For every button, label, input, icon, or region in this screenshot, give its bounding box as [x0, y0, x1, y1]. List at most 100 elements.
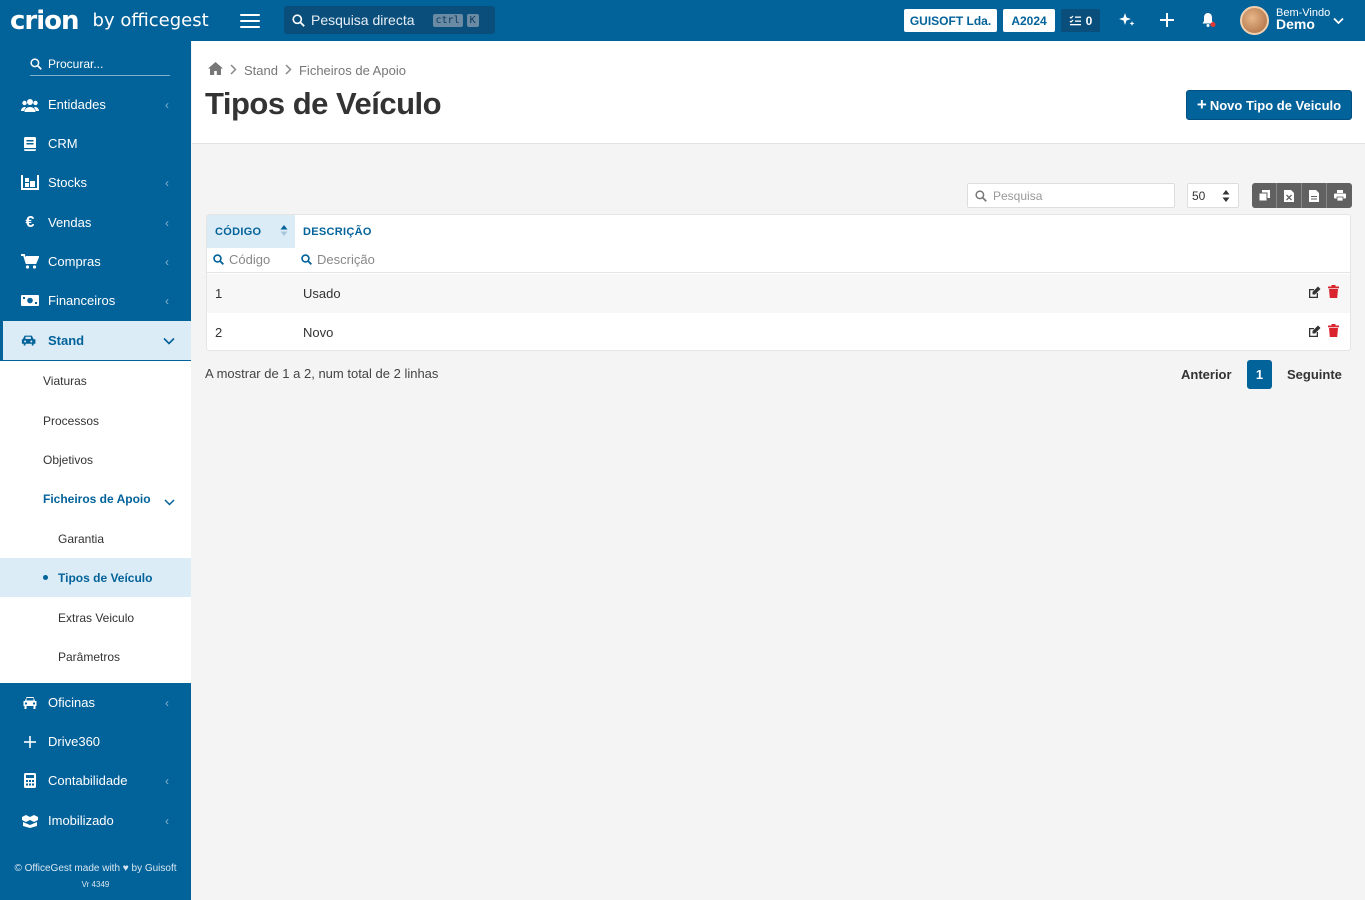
- sidebar-search-input[interactable]: Procurar...: [30, 53, 170, 76]
- search-icon: [213, 254, 224, 265]
- sidebar-item-imobilizado[interactable]: Imobilizado ‹: [0, 801, 191, 840]
- copy-icon: [1258, 190, 1270, 201]
- submenu-item-ficheiros-de-apoio[interactable]: Ficheiros de Apoio: [0, 479, 191, 518]
- sidebar-item-stand[interactable]: Stand: [0, 321, 191, 360]
- trash-icon[interactable]: [1328, 285, 1339, 301]
- tasks-button[interactable]: 0: [1061, 9, 1100, 32]
- book-icon: [21, 135, 39, 153]
- sidebar-footer: © OfficeGest made with ♥ by Guisoft Vr 4…: [0, 861, 191, 893]
- menu-toggle-icon[interactable]: [240, 14, 260, 28]
- column-header-descricao[interactable]: DESCRIÇÃO: [295, 215, 1350, 248]
- sidebar-item-financeiros[interactable]: Financeiros ‹: [0, 281, 191, 320]
- excel-icon: [1284, 189, 1294, 202]
- search-icon: [975, 189, 987, 202]
- active-dot-icon: [43, 575, 48, 580]
- sort-asc-icon: [280, 224, 288, 239]
- page-size-select[interactable]: 50: [1187, 183, 1239, 208]
- add-icon[interactable]: [1157, 10, 1177, 30]
- search-icon: [30, 58, 42, 70]
- plus-icon: [21, 733, 39, 751]
- users-icon: [21, 96, 39, 114]
- edit-icon[interactable]: [1308, 325, 1321, 341]
- version-text: Vr 4349: [81, 880, 110, 889]
- sidebar-item-compras[interactable]: Compras ‹: [0, 242, 191, 281]
- pagination-page-1[interactable]: 1: [1247, 360, 1272, 389]
- shortcut-ctrl: ctrl: [432, 13, 463, 27]
- cell-codigo: 2: [215, 325, 223, 340]
- sidebar-item-crm[interactable]: CRM: [0, 124, 191, 163]
- table-search-input[interactable]: Pesquisa: [967, 183, 1175, 208]
- home-icon[interactable]: [208, 62, 223, 78]
- pdf-export-button[interactable]: [1302, 183, 1327, 208]
- pagination-previous[interactable]: Anterior: [1181, 360, 1232, 389]
- copy-button[interactable]: [1252, 183, 1277, 208]
- top-bar: crion by officegest Pesquisa directa ctr…: [0, 0, 1365, 41]
- chevron-left-icon: ‹: [165, 175, 169, 190]
- bell-icon[interactable]: [1198, 10, 1218, 30]
- chevron-down-icon[interactable]: [1333, 13, 1344, 28]
- filter-descricao-input[interactable]: Descrição: [301, 252, 375, 267]
- pagination-next[interactable]: Seguinte: [1287, 360, 1342, 389]
- cell-codigo: 1: [215, 286, 223, 301]
- excel-export-button[interactable]: [1277, 183, 1302, 208]
- logo-text: crion: [10, 5, 80, 36]
- edit-icon[interactable]: [1308, 286, 1321, 302]
- chevron-left-icon: ‹: [165, 215, 169, 230]
- sidebar-item-drive360[interactable]: Drive360: [0, 722, 191, 761]
- user-name: Demo: [1276, 16, 1315, 32]
- cart-icon: [21, 253, 39, 271]
- trash-icon[interactable]: [1328, 324, 1339, 340]
- euro-icon: €: [25, 213, 35, 231]
- footer-credit: © OfficeGest made with ♥ by Guisoft: [14, 863, 177, 874]
- year-badge[interactable]: A2024: [1003, 9, 1055, 32]
- submenu-item-parametros[interactable]: Parâmetros: [0, 637, 191, 676]
- sidebar-item-entidades[interactable]: Entidades ‹: [0, 85, 191, 124]
- print-button[interactable]: [1327, 183, 1352, 208]
- search-icon: [301, 254, 312, 265]
- submenu-item-objetivos[interactable]: Objetivos: [0, 440, 191, 479]
- new-vehicle-type-button[interactable]: + Novo Tipo de Veiculo: [1186, 90, 1352, 120]
- ai-sparkle-icon[interactable]: [1117, 10, 1137, 30]
- filter-codigo-input[interactable]: Código: [213, 252, 270, 267]
- money-icon: [21, 292, 39, 310]
- chevron-left-icon: ‹: [165, 293, 169, 308]
- tasks-count: 0: [1085, 13, 1093, 28]
- list-check-icon: [1069, 15, 1081, 26]
- chevron-down-icon: [163, 334, 175, 348]
- page-size-value: 50: [1192, 188, 1206, 203]
- warehouse-icon: [21, 174, 39, 192]
- table-row[interactable]: 2 Novo: [207, 313, 1350, 350]
- quick-search-placeholder: Pesquisa directa: [311, 12, 415, 28]
- sidebar-item-stocks[interactable]: Stocks ‹: [0, 163, 191, 202]
- sort-arrows-icon: [1222, 190, 1230, 205]
- user-menu[interactable]: Bem-Vindo Demo: [1276, 8, 1330, 32]
- stand-submenu: Viaturas Processos Objetivos Ficheiros d…: [0, 361, 191, 683]
- table-search-placeholder: Pesquisa: [993, 188, 1043, 203]
- submenu-item-viaturas[interactable]: Viaturas: [0, 361, 191, 400]
- table-row[interactable]: 1 Usado: [207, 274, 1350, 313]
- submenu-item-processos[interactable]: Processos: [0, 401, 191, 440]
- printer-icon: [1333, 190, 1346, 201]
- sidebar-item-vendas[interactable]: € Vendas ‹: [0, 203, 191, 242]
- submenu-item-garantia[interactable]: Garantia: [0, 519, 191, 558]
- submenu-item-extras-veiculo[interactable]: Extras Veiculo: [0, 598, 191, 637]
- sidebar-item-oficinas[interactable]: Oficinas ‹: [0, 683, 191, 722]
- brand-logo[interactable]: crion by officegest: [0, 0, 228, 41]
- sidebar-item-contabilidade[interactable]: Contabilidade ‹: [0, 761, 191, 800]
- chevron-down-icon: [164, 495, 175, 509]
- calculator-icon: [21, 772, 39, 790]
- filter-row: Código Descrição: [207, 248, 1350, 273]
- column-header-codigo[interactable]: CÓDIGO: [207, 215, 295, 248]
- sidebar: Procurar... Entidades ‹ CRM Stocks ‹ € V…: [0, 41, 191, 900]
- boxes-icon: [21, 812, 39, 830]
- chevron-left-icon: ‹: [165, 813, 169, 828]
- breadcrumb-stand[interactable]: Stand: [244, 63, 278, 78]
- chevron-left-icon: ‹: [165, 254, 169, 269]
- submenu-item-tipos-de-veiculo[interactable]: Tipos de Veículo: [0, 558, 191, 597]
- avatar[interactable]: [1240, 6, 1269, 35]
- company-badge[interactable]: GUISOFT Lda.: [904, 9, 997, 32]
- cell-descricao: Usado: [303, 286, 341, 301]
- chevron-left-icon: ‹: [165, 773, 169, 788]
- breadcrumb-ficheiros-de-apoio[interactable]: Ficheiros de Apoio: [299, 63, 406, 78]
- quick-search[interactable]: Pesquisa directa ctrl K: [284, 6, 495, 34]
